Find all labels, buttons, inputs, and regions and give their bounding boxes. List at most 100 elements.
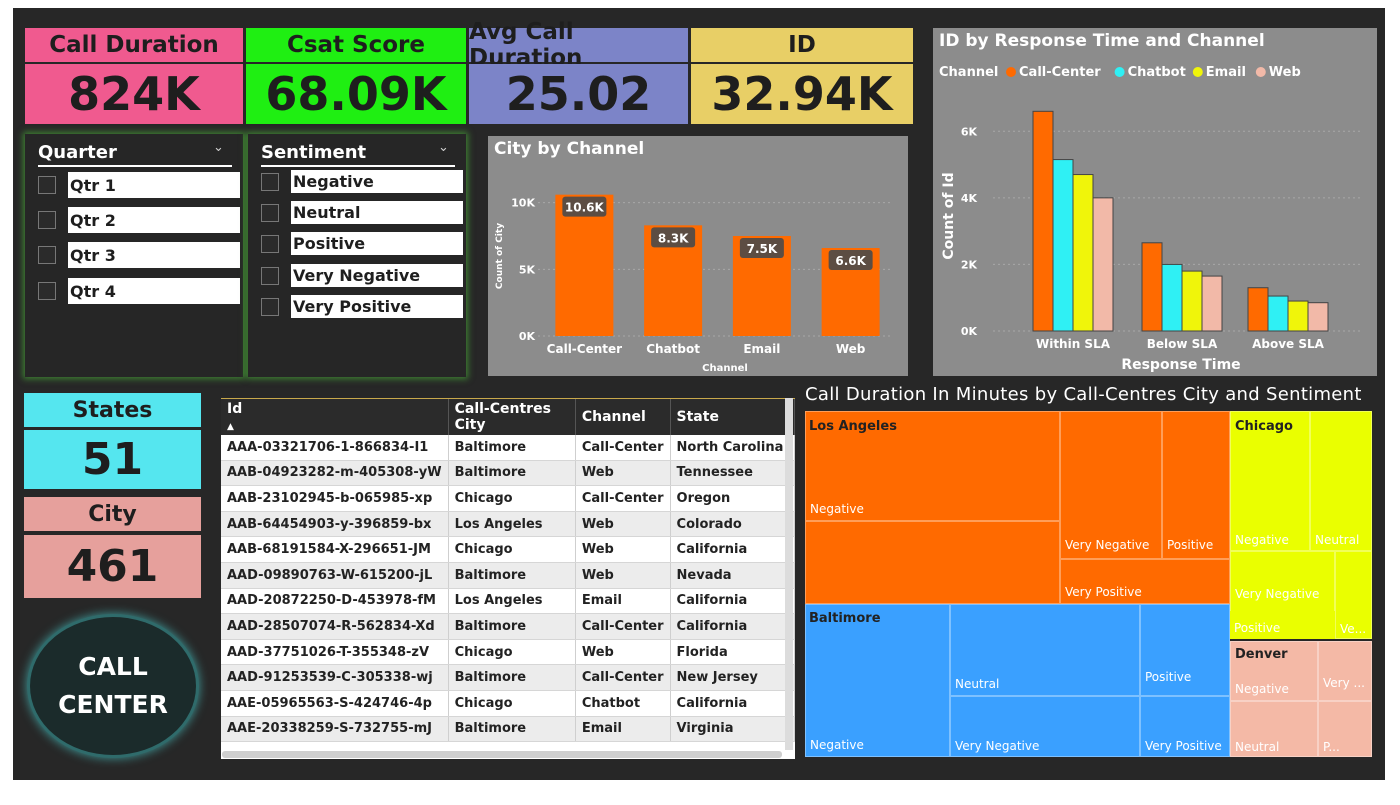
table-cell: Email (575, 716, 671, 743)
table-cell: Baltimore (448, 562, 576, 589)
table-row[interactable]: AAD-91253539-C-305338-wj Baltimore Call-Ce… (221, 664, 795, 691)
treemap-cell[interactable]: Very Negative (950, 696, 1140, 757)
sentiment-option[interactable]: Positive (261, 232, 463, 255)
checkbox[interactable] (261, 172, 279, 191)
y-tick-label: 0K (519, 330, 536, 343)
table-row[interactable]: AAB-64454903-y-396859-bx Los Angeles Web Co… (221, 511, 795, 538)
quarter-option-label: Qtr 4 (68, 278, 240, 304)
checkbox[interactable] (261, 203, 279, 222)
treemap-cell[interactable]: Positive (1230, 611, 1335, 639)
sentiment-option[interactable]: Neutral (261, 201, 463, 224)
column-header-city[interactable]: Call-Centres City (448, 399, 576, 435)
column-header-label: Channel (581, 409, 646, 425)
call-duration-treemap[interactable]: Negative Neutral Very Negative Positive Very… (805, 411, 1372, 757)
treemap-cell[interactable]: Neutral (950, 604, 1140, 696)
checkbox[interactable] (261, 266, 279, 285)
checkbox[interactable] (38, 246, 56, 264)
logo-line-1: CALL (78, 652, 148, 681)
sentiment-option-label: Very Positive (291, 295, 463, 318)
x-tick-label: Chatbot (646, 342, 700, 356)
city-by-channel-chart[interactable]: City by Channel 0K 5K 10K Count of City 10.6… (488, 136, 908, 376)
treemap-group-label: Denver (1235, 647, 1288, 662)
chevron-down-icon[interactable]: ⌄ (213, 140, 224, 155)
treemap-cell[interactable]: Negative (805, 604, 950, 757)
treemap-cell-label: Negative (810, 502, 864, 516)
sentiment-option[interactable]: Very Negative (261, 264, 463, 287)
table-horizontal-scrollbar[interactable] (222, 751, 782, 758)
id-by-response-time-chart[interactable]: ID by Response Time and Channel Channel C… (933, 28, 1377, 376)
column-header-id[interactable]: Id ▲ (221, 399, 449, 435)
checkbox[interactable] (261, 234, 279, 253)
call-records-table[interactable]: Id ▲ Call-Centres City Channel State AAA-… (221, 398, 795, 759)
table-cell: California (670, 613, 795, 640)
treemap-cell[interactable]: Positive (1140, 604, 1230, 696)
treemap-cell-label: Neutral (955, 677, 1000, 691)
checkbox[interactable] (38, 176, 56, 194)
column-header-state[interactable]: State (670, 399, 795, 435)
legend-marker (1255, 67, 1266, 77)
treemap-cell[interactable]: Very ... (1318, 641, 1372, 701)
table-row[interactable]: AAB-04923282-m-405308-yW Baltimore Web Tenn… (221, 460, 795, 487)
table-row[interactable]: AAE-20338259-S-732755-mJ Baltimore Email Vi… (221, 716, 795, 743)
table-row[interactable]: AAD-28507074-R-562834-Xd Baltimore Call-Ce… (221, 613, 795, 640)
table-row[interactable]: AAE-05965563-S-424746-4p Chicago Chatbot Ca… (221, 690, 795, 717)
treemap-cell[interactable]: Ve... (1335, 551, 1372, 639)
treemap-cell[interactable]: Very Positive (1060, 559, 1230, 604)
quarter-option-label: Qtr 1 (68, 172, 240, 198)
checkbox[interactable] (261, 297, 279, 316)
table-cell: Email (575, 588, 671, 615)
checkbox[interactable] (38, 282, 56, 300)
treemap-cell[interactable]: Very Positive (1140, 696, 1230, 757)
bar (1201, 275, 1223, 332)
treemap-group-label: Chicago (1235, 419, 1293, 434)
table-cell: AAB-23102945-b-065985-xp (221, 485, 449, 512)
quarter-option[interactable]: Qtr 2 (38, 207, 240, 233)
table-cell: Web (575, 460, 671, 487)
treemap-cell-label: Very Negative (955, 739, 1040, 753)
table-cell: AAE-05965563-S-424746-4p (221, 690, 449, 717)
sentiment-option[interactable]: Very Positive (261, 295, 463, 318)
column-header-channel[interactable]: Channel (575, 399, 671, 435)
table-cell: Web (575, 511, 671, 538)
legend-label: Call-Center (1019, 65, 1101, 80)
legend-marker (1192, 67, 1203, 77)
treemap-cell[interactable]: Very Negative (1060, 411, 1162, 559)
quarter-option[interactable]: Qtr 1 (38, 172, 240, 198)
treemap-cell-label: Positive (1234, 621, 1281, 635)
treemap-cell[interactable]: P... (1318, 701, 1372, 757)
chevron-down-icon[interactable]: ⌄ (438, 140, 449, 155)
table-row[interactable]: AAD-20872250-D-453978-fM Los Angeles Email… (221, 588, 795, 615)
table-cell: AAB-04923282-m-405308-yW (221, 460, 449, 487)
kpi-value: 68.09K (246, 64, 466, 124)
table-row[interactable]: AAD-37751026-T-355348-zV Chicago Web Florid… (221, 639, 795, 666)
sentiment-option-label: Positive (291, 232, 463, 255)
y-axis-label: Count of City (495, 223, 505, 289)
table-cell: Nevada (670, 562, 795, 589)
treemap-cell[interactable]: Neutral (1230, 701, 1318, 757)
table-cell: Chicago (448, 485, 576, 512)
sentiment-option[interactable]: Negative (261, 170, 463, 193)
bar (1307, 302, 1329, 332)
treemap-cell[interactable]: Neutral (1310, 411, 1372, 551)
table-cell: North Carolina (670, 435, 795, 461)
bar (1141, 242, 1163, 332)
column-header-label: Id (227, 401, 243, 417)
table-vertical-scrollbar[interactable] (785, 398, 793, 750)
table-row[interactable]: AAD-09890763-W-615200-jL Baltimore Web Neva… (221, 562, 795, 589)
table-cell: AAB-68191584-X-296651-JM (221, 536, 449, 563)
quarter-option[interactable]: Qtr 4 (38, 278, 240, 304)
treemap-cell[interactable]: Neutral (805, 521, 1060, 709)
table-row[interactable]: AAB-68191584-X-296651-JM Chicago Web Califo… (221, 536, 795, 563)
sort-ascending-icon[interactable]: ▲ (227, 422, 234, 432)
treemap-cell[interactable]: Positive (1162, 411, 1230, 559)
table-row[interactable]: AAB-23102945-b-065985-xp Chicago Call-Cent… (221, 485, 795, 512)
table-cell: Web (575, 562, 671, 589)
id-by-response-time-plot: Channel Call-Center Chatbot Email Web 0K 2K 4K 6… (939, 65, 1363, 373)
table-row[interactable]: AAA-03321706-1-866834-I1 Baltimore Call-Ce… (221, 435, 795, 461)
kpi-value: 25.02 (469, 64, 688, 124)
quarter-option[interactable]: Qtr 3 (38, 242, 240, 268)
call-center-logo: CALL CENTER (30, 617, 196, 755)
checkbox[interactable] (38, 211, 56, 229)
table-cell: Web (575, 536, 671, 563)
treemap-cell-label: P... (1323, 740, 1340, 754)
